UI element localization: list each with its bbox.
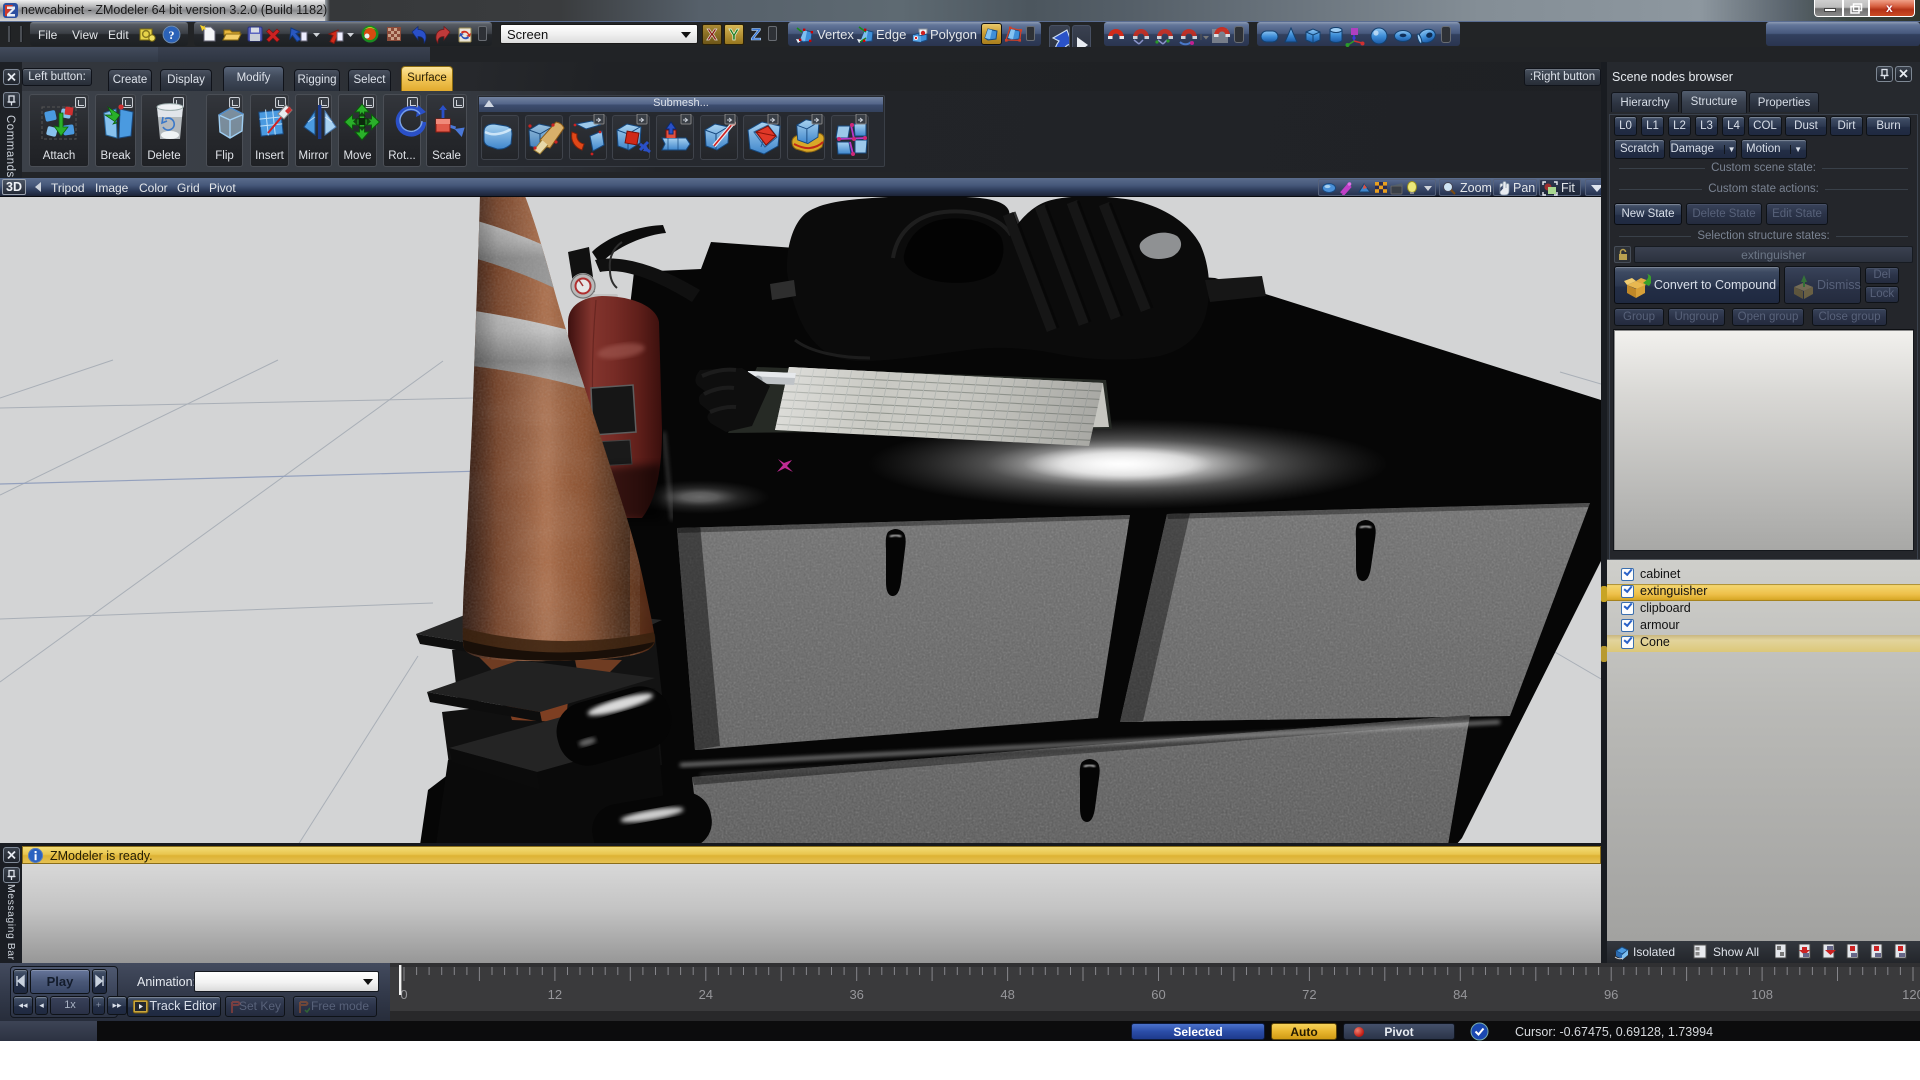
svg-text:24: 24 [699,987,713,1002]
svg-text:108: 108 [1751,987,1773,1002]
svg-text:72: 72 [1302,987,1316,1002]
svg-text:60: 60 [1151,987,1165,1002]
svg-text:12: 12 [548,987,562,1002]
svg-text:Y: Y [729,27,740,44]
svg-text:36: 36 [849,987,863,1002]
svg-text:120: 120 [1902,987,1920,1002]
svg-text:?: ? [169,28,175,42]
svg-text:48: 48 [1000,987,1014,1002]
svg-text:96: 96 [1604,987,1618,1002]
svg-text:84: 84 [1453,987,1467,1002]
svg-text:X: X [707,27,718,44]
svg-text:Z: Z [751,25,761,44]
svg-text:0: 0 [400,987,407,1002]
